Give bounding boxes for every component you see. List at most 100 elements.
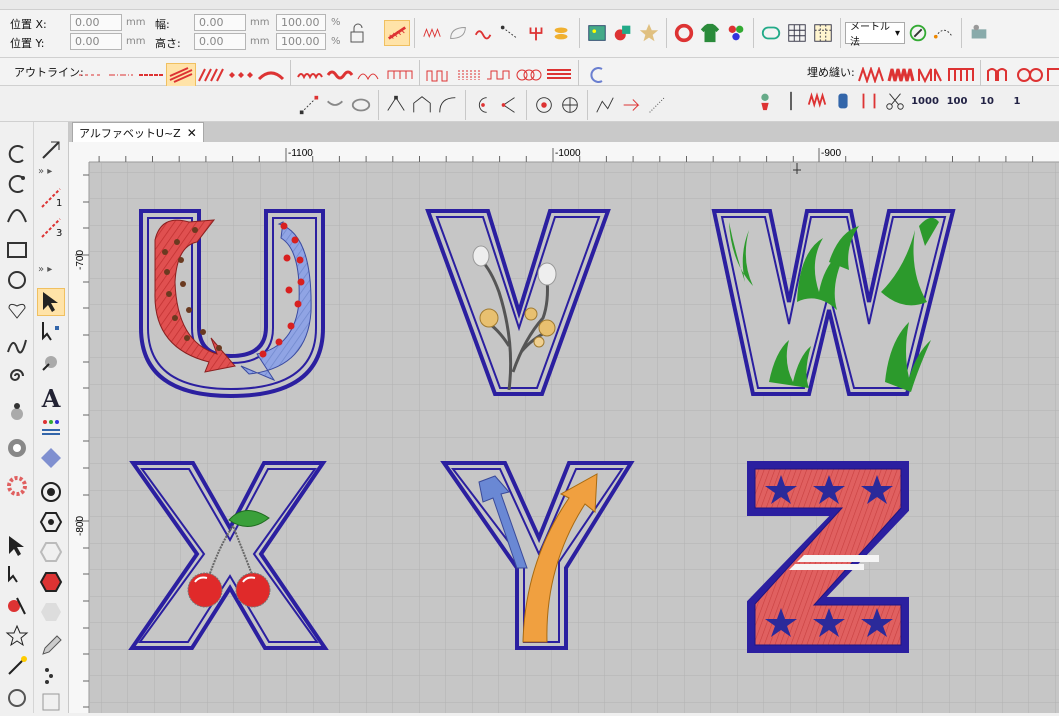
fish-icon[interactable] [549,20,575,46]
shapes-icon[interactable] [610,20,636,46]
team-names-icon[interactable] [37,414,65,442]
nodes-arc-icon[interactable] [435,92,461,118]
outline-chain-icon[interactable] [514,63,544,87]
rectangle-tool-icon[interactable] [3,236,31,264]
outline-dashed-icon[interactable] [76,63,106,87]
satin-stitch-icon[interactable] [384,20,410,46]
hexagon-red-icon[interactable] [37,568,65,596]
star-select-icon[interactable] [3,622,31,650]
join-curve-icon[interactable] [348,92,374,118]
freehand-tool-icon[interactable] [3,332,31,360]
zigzag-density-icon[interactable] [804,88,830,114]
select-tool-icon[interactable] [37,288,65,316]
path-check-icon[interactable] [592,92,618,118]
pos-x-field[interactable]: 0.00 [70,14,122,31]
outline-dash-dot-icon[interactable] [106,63,136,87]
expand-toolbar-icon[interactable]: » ▸ [38,264,52,275]
trim-icon[interactable] [856,88,882,114]
trident-icon[interactable] [523,20,549,46]
running-stitch-icon[interactable] [497,20,523,46]
outline-satin-icon[interactable] [166,63,196,87]
expand-toolbar-icon[interactable]: » ▸ [38,166,52,177]
mask-tool-icon[interactable] [3,434,31,462]
scatter-icon[interactable] [644,92,670,118]
stitch-edit-tool-icon[interactable] [37,348,65,376]
density-value[interactable]: 1000 [908,96,942,107]
scale-width-field[interactable]: 100.00 [276,14,326,31]
outline-castle-icon[interactable] [385,63,415,87]
fill-more-icon[interactable] [1045,63,1059,87]
dots-path-icon[interactable] [37,662,65,690]
curve-tool-2-icon[interactable] [3,170,31,198]
pos-y-field[interactable]: 0.00 [70,33,122,50]
node-edit-tool-icon[interactable] [37,318,65,346]
outline-feather-icon[interactable] [256,63,286,87]
ellipse-tool-icon[interactable] [3,266,31,294]
line-node-icon[interactable] [296,92,322,118]
lasso-select-icon[interactable] [3,562,31,590]
width-field[interactable]: 0.00 [194,14,246,31]
split-curve-icon[interactable] [322,92,348,118]
capsule-icon[interactable] [758,20,784,46]
fill-bridge-icon[interactable] [946,63,976,87]
document-tab[interactable]: アルファベットU~Z ✕ [72,122,204,142]
shirt-icon[interactable] [697,20,723,46]
lock-ratio-icon[interactable] [346,22,372,48]
color-balls-icon[interactable] [723,20,749,46]
outline-wave-icon[interactable] [325,63,355,87]
outline-diamond-icon[interactable] [226,63,256,87]
outline-blanket-icon[interactable] [424,63,454,87]
outline-slant-icon[interactable] [196,63,226,87]
node-cut-icon[interactable] [496,92,522,118]
color-select-icon[interactable] [3,592,31,620]
outline-dense-dash-icon[interactable] [136,63,166,87]
hoop-icon[interactable] [671,20,697,46]
magic-select-icon[interactable] [3,652,31,680]
machine-icon[interactable] [966,20,992,46]
spool-icon[interactable] [830,88,856,114]
scissors-icon[interactable] [882,88,908,114]
node-select-icon[interactable] [470,92,496,118]
curve-tool-icon[interactable] [3,140,31,168]
nodes-triangle-icon[interactable] [383,92,409,118]
needle-edit-icon[interactable] [905,20,931,46]
zigzag-stitch-icon[interactable] [419,20,445,46]
hexagon-light-icon[interactable] [37,538,65,566]
select-arrow-icon[interactable] [3,532,31,560]
density-value[interactable]: 10 [972,96,1002,107]
nodes-house-icon[interactable] [409,92,435,118]
grid-icon[interactable] [784,20,810,46]
pencil-icon[interactable] [37,632,65,660]
hexagon-outline-icon[interactable] [37,508,65,536]
fill-m-icon[interactable] [916,63,946,87]
hoop-tool-icon[interactable] [3,472,31,500]
wave-stitch-icon[interactable] [471,20,497,46]
star-icon[interactable] [636,20,662,46]
grid-cell-icon[interactable] [37,688,65,716]
hexagon-gray-icon[interactable] [37,598,65,626]
shape-tool-icon[interactable] [3,296,31,324]
target-icon[interactable] [557,92,583,118]
pen-tool-icon[interactable] [37,136,65,164]
fill-chain-icon[interactable] [1015,63,1045,87]
flower-pot-icon[interactable] [752,88,778,114]
fill-loop-icon[interactable] [985,63,1015,87]
spiral-tool-icon[interactable] [3,362,31,390]
monogram-icon[interactable] [37,444,65,472]
outline-bars-icon[interactable] [454,63,484,87]
unit-select[interactable]: メートル法 ▾ [845,22,905,48]
fill-zigzag-icon[interactable] [856,63,886,87]
outline-stripes-icon[interactable] [544,63,574,87]
outline-step-icon[interactable] [484,63,514,87]
outline-arch-icon[interactable] [355,63,385,87]
height-field[interactable]: 0.00 [194,33,246,50]
outline-custom-icon[interactable] [583,63,613,87]
machine-tool-icon[interactable] [3,398,31,426]
grid-dotted-icon[interactable] [810,20,836,46]
picture-icon[interactable] [584,20,610,46]
close-icon[interactable]: ✕ [187,126,197,140]
hoop-small-icon[interactable] [3,684,31,712]
wheel-icon[interactable] [531,92,557,118]
path-icon[interactable] [931,20,957,46]
text-tool[interactable]: A [37,384,65,413]
